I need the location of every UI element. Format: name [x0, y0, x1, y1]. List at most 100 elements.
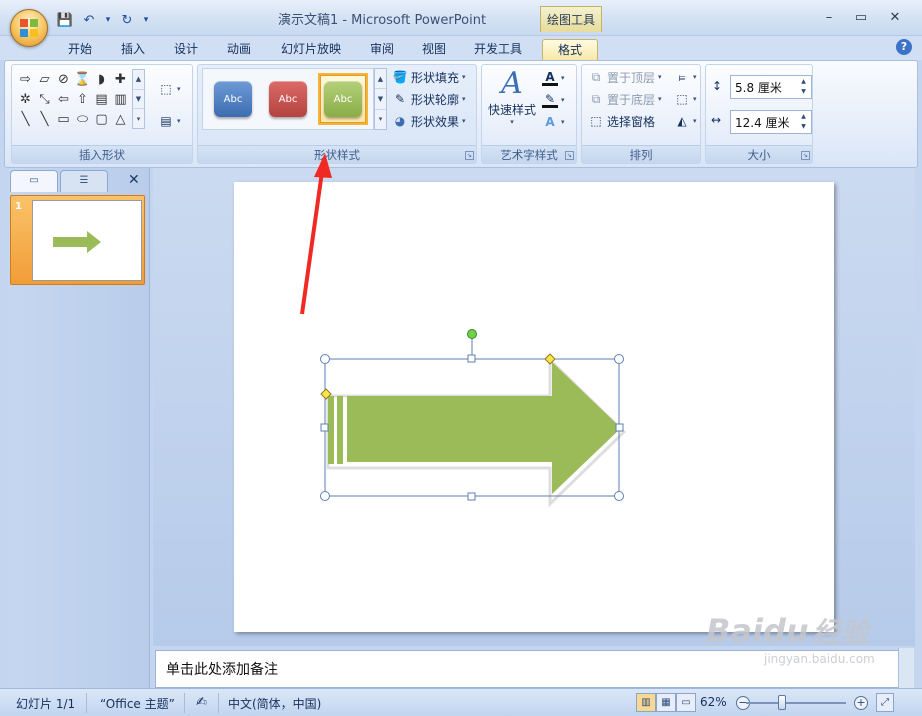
tab-view[interactable]: 视图 [412, 39, 456, 60]
chevron-down-icon: ▾ [510, 118, 514, 126]
slides-tab[interactable]: ▭ [10, 170, 58, 192]
shape-right-arrow-icon[interactable]: ⇨ [16, 69, 35, 89]
text-outline-button[interactable]: ✎ ▾ [542, 90, 565, 110]
slide-canvas[interactable] [234, 182, 834, 632]
zoom-in-icon[interactable]: + [854, 696, 868, 710]
tab-animations[interactable]: 动画 [217, 39, 261, 60]
shape-style-preset-red[interactable]: Abc [263, 73, 313, 125]
dialog-launcher-icon[interactable]: ↘ [801, 151, 810, 160]
tab-home[interactable]: 开始 [58, 39, 102, 60]
scroll-down-icon[interactable]: ▼ [133, 90, 144, 110]
help-icon[interactable]: ? [896, 39, 912, 55]
scroll-up-icon[interactable]: ▲ [133, 70, 144, 90]
shape-width-field[interactable]: 12.4 厘米 ▲ ▼ [730, 110, 812, 134]
adjustment-handles[interactable] [320, 353, 556, 400]
maximize-button[interactable]: ▭ [846, 6, 876, 28]
shape-height-field[interactable]: 5.8 厘米 ▲ ▼ [730, 75, 812, 99]
zoom-slider-thumb[interactable] [778, 695, 786, 710]
rotate-icon: ◭ [677, 114, 687, 128]
minimize-button[interactable]: – [814, 6, 844, 28]
text-fill-button[interactable]: A ▾ [542, 68, 565, 88]
undo-dropdown-icon[interactable]: ▾ [104, 11, 112, 29]
tab-design[interactable]: 设计 [164, 39, 208, 60]
shapes-gallery-scroll[interactable]: ▲ ▼ ▾ [132, 69, 145, 129]
shape-left-arrow-icon[interactable]: ⇦ [54, 89, 73, 109]
slide-number: 1 [15, 201, 22, 212]
shape-collate-icon[interactable]: ⌛ [73, 69, 92, 89]
normal-view-icon[interactable]: ▥ [636, 693, 656, 712]
shape-style-preset-green[interactable]: Abc [318, 73, 368, 125]
text-outline-icon: ✎ [542, 92, 558, 108]
tab-developer[interactable]: 开发工具 [464, 39, 532, 60]
shape-curve-icon[interactable]: ⤡ [35, 89, 54, 109]
dialog-launcher-icon[interactable]: ↘ [565, 151, 574, 160]
gallery-more-icon[interactable]: ▾ [133, 109, 144, 128]
shape-gear-icon[interactable]: ✲ [16, 89, 35, 109]
spell-check-icon[interactable]: ✍ [196, 695, 207, 710]
shape-triangle-icon[interactable]: △ [111, 109, 130, 129]
shape-arrow-line-icon[interactable]: ╲ [35, 109, 54, 129]
office-button[interactable] [10, 9, 48, 47]
close-pane-icon[interactable]: ✕ [128, 172, 140, 188]
shape-oval-icon[interactable]: ⬭ [73, 109, 92, 129]
fit-to-window-icon[interactable]: ⤢ [876, 693, 894, 712]
tab-slideshow[interactable]: 幻灯片放映 [272, 39, 350, 60]
shape-parallelogram-icon[interactable]: ▱ [35, 69, 54, 89]
tab-insert[interactable]: 插入 [111, 39, 155, 60]
group-label-shape-styles: 形状样式 [198, 145, 476, 163]
tab-format[interactable]: 格式 [542, 39, 598, 60]
shape-picture-icon[interactable]: ▤ [92, 89, 111, 109]
align-icon: ⫢ [678, 69, 686, 84]
pane-tabs: ▭ ☰ ✕ [10, 170, 146, 192]
gallery-more-icon[interactable]: ▾ [375, 110, 386, 129]
edit-shape-icon: ⬚ [160, 82, 172, 96]
align-button[interactable]: ⫢ ▾ [674, 67, 697, 87]
shape-style-gallery-scroll[interactable]: ▲ ▼ ▾ [374, 68, 387, 130]
edit-shape-button[interactable]: ⬚ ▾ [158, 79, 180, 99]
save-icon[interactable]: 💾 [56, 11, 74, 29]
group-label-wordart-styles: 艺术字样式 [482, 145, 576, 163]
slide-sorter-view-icon[interactable]: ▦ [656, 693, 676, 712]
watermark-url: jingyan.baidu.com [764, 652, 875, 666]
rotation-handle[interactable] [467, 329, 477, 339]
shape-fill-button[interactable]: 🪣 形状填充 ▾ [392, 67, 466, 87]
outline-tab[interactable]: ☰ [60, 170, 108, 192]
scroll-up-icon[interactable]: ▲ [375, 69, 386, 90]
redo-icon[interactable]: ↻ [118, 11, 136, 29]
width-spinner[interactable]: ▲ ▼ [798, 112, 809, 132]
textbox-button[interactable]: ▤ ▾ [158, 111, 180, 131]
shape-rectangle-icon[interactable]: ▭ [54, 109, 73, 129]
shape-delay-icon[interactable]: ◗ [92, 69, 111, 89]
shape-style-preset-blue[interactable]: Abc [208, 73, 258, 125]
shape-effects-button[interactable]: ◕ 形状效果 ▾ [392, 111, 466, 131]
shape-up-arrow-icon[interactable]: ⇧ [73, 89, 92, 109]
zoom-level[interactable]: 62% [700, 695, 727, 709]
tab-review[interactable]: 审阅 [360, 39, 404, 60]
title-bar: 💾 ↶ ▾ ↻ ▾ 演示文稿1 - Microsoft PowerPoint 绘… [0, 0, 922, 36]
text-effects-button[interactable]: A ▾ [542, 112, 564, 132]
undo-icon[interactable]: ↶ [80, 11, 98, 29]
selection-pane-button[interactable]: ⬚ 选择窗格 [588, 111, 655, 131]
quick-styles-button[interactable]: A 快速样式 ▾ [488, 67, 536, 127]
office-logo-icon [20, 19, 38, 37]
shape-line-icon[interactable]: ╲ [16, 109, 35, 129]
rotate-button[interactable]: ◭ ▾ [674, 111, 696, 131]
close-button[interactable]: ✕ [880, 6, 910, 28]
dialog-launcher-icon[interactable]: ↘ [465, 151, 474, 160]
shape-plus-icon[interactable]: ✚ [111, 69, 130, 89]
shape-rounded-rectangle-icon[interactable]: ▢ [92, 109, 111, 129]
group-objects-button[interactable]: ⬚ ▾ [674, 89, 696, 109]
shape-outline-button[interactable]: ✎ 形状轮廓 ▾ [392, 89, 466, 109]
scroll-down-icon[interactable]: ▼ [375, 89, 386, 110]
slide-thumbnail-item[interactable]: 1 [10, 195, 145, 285]
send-to-back-button[interactable]: ⧉ 置于底层 ▾ [588, 89, 662, 109]
shape-table-icon[interactable]: ▥ [111, 89, 130, 109]
height-spinner[interactable]: ▲ ▼ [798, 77, 809, 97]
slide-editor [153, 168, 915, 646]
style-preview: Abc [324, 81, 362, 117]
slideshow-view-icon[interactable]: ▭ [676, 693, 696, 712]
shape-no-symbol-icon[interactable]: ⊘ [54, 69, 73, 89]
bring-to-front-button[interactable]: ⧉ 置于顶层 ▾ [588, 67, 662, 87]
customize-qat-icon[interactable]: ▾ [142, 11, 150, 29]
zoom-slider[interactable] [746, 702, 846, 704]
